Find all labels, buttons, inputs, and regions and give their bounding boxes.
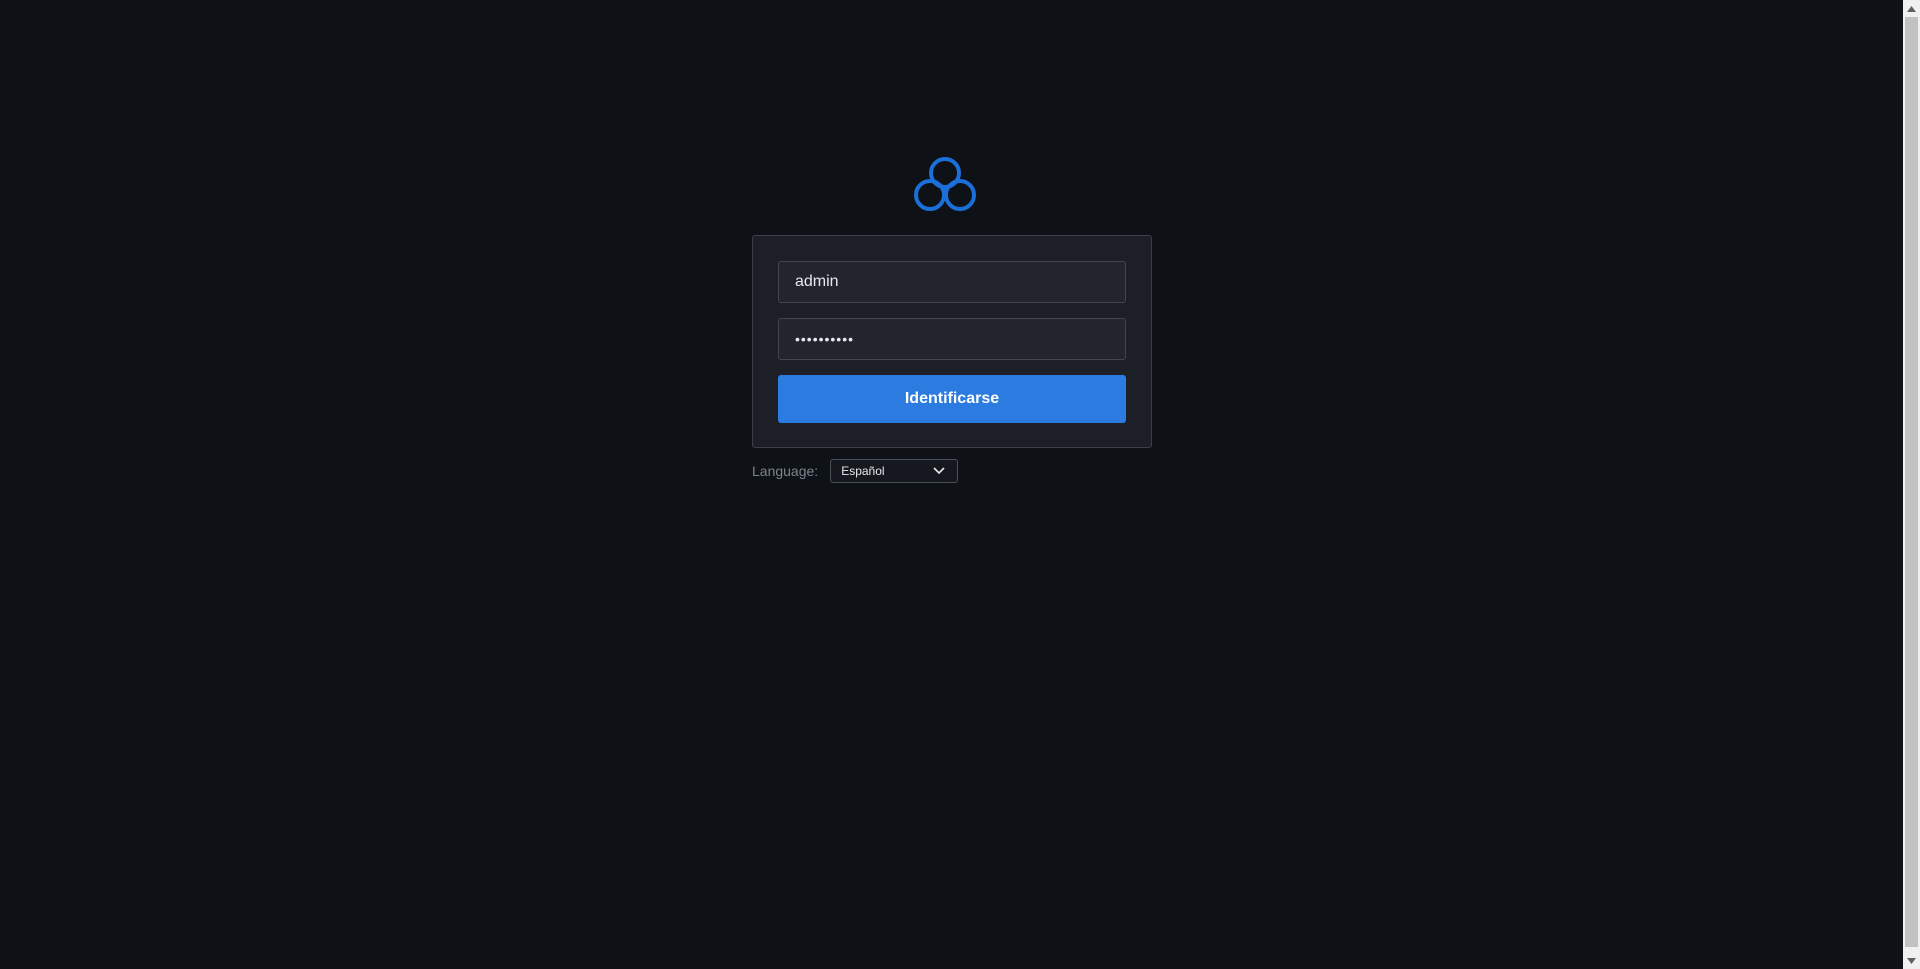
vertical-scrollbar[interactable]: [1903, 0, 1920, 969]
login-page: admin •••••••••• Identificarse Language:…: [0, 0, 1920, 969]
scroll-down-icon[interactable]: [1903, 952, 1920, 969]
cloud-logo-icon: [914, 157, 976, 211]
chevron-down-icon: [933, 467, 945, 475]
language-selector-row: Language: Español: [752, 459, 959, 483]
scrollbar-thumb[interactable]: [1905, 17, 1918, 947]
language-label: Language:: [752, 463, 819, 479]
login-form: admin •••••••••• Identificarse: [752, 235, 1152, 448]
language-select[interactable]: Español: [830, 459, 959, 483]
password-field[interactable]: ••••••••••: [778, 318, 1126, 360]
username-field[interactable]: admin: [778, 261, 1126, 303]
login-button[interactable]: Identificarse: [778, 375, 1126, 423]
scroll-up-icon[interactable]: [1903, 0, 1920, 17]
language-selected-value: Español: [841, 464, 885, 478]
